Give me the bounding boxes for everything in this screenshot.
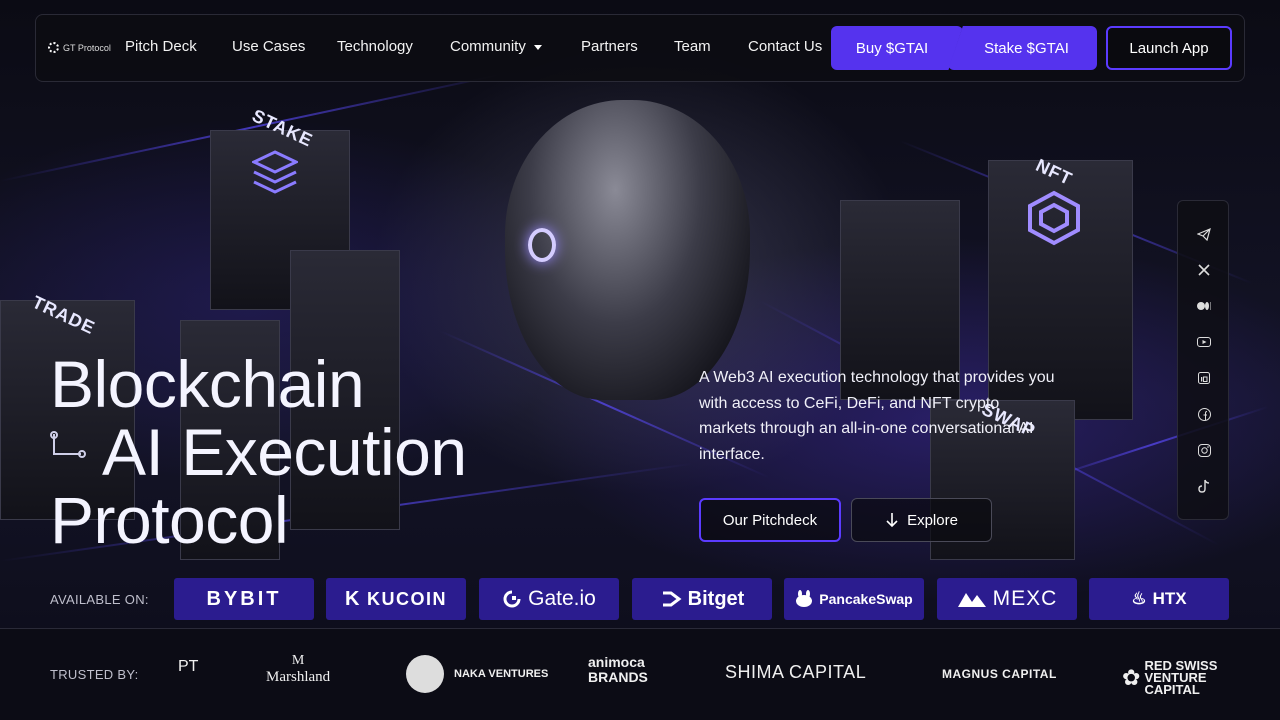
nav-contact-us[interactable]: Contact Us [748, 38, 822, 55]
launch-app-button[interactable]: Launch App [1106, 26, 1232, 70]
nav-team[interactable]: Team [674, 38, 711, 55]
exchange-bitget-label: Bitget [687, 587, 745, 610]
nav-partners[interactable]: Partners [581, 38, 638, 55]
partner-naka: NAKA VENTURES [406, 655, 549, 693]
flower-icon: ✿ [1122, 665, 1141, 690]
exchange-mexc-label: MEXC [992, 587, 1058, 610]
trusted-by-label: TRUSTED BY: [50, 667, 139, 682]
hero-title-line1: Blockchain [50, 347, 365, 421]
marshland-m-icon: M [291, 653, 305, 668]
glowing-logo-icon [528, 228, 556, 262]
partner-naka-label: NAKA VENTURES [454, 668, 549, 680]
htx-flame-icon: ♨ [1131, 589, 1147, 608]
exchange-kucoin-label: KUCOIN [366, 588, 447, 609]
exchange-mexc[interactable]: MEXC [937, 578, 1077, 620]
partner-red-swiss-label: RED SWISS VENTURE CAPITAL [1144, 658, 1218, 697]
logo-text: GT Protocol [63, 42, 111, 53]
kucoin-icon: K [345, 587, 361, 610]
corner-arrow-icon [50, 431, 86, 460]
exchange-kucoin[interactable]: K KUCOIN [326, 578, 466, 620]
hero-description: A Web3 AI execution technology that prov… [699, 369, 1055, 463]
partner-logo: PT [178, 658, 199, 675]
explore-button[interactable]: Explore [851, 498, 992, 542]
partner-shima: SHIMA CAPITAL [725, 662, 867, 682]
telegram-icon[interactable] [1197, 227, 1211, 241]
exchange-pancakeswap[interactable]: PancakeSwap [784, 578, 924, 620]
instagram-icon[interactable] [1197, 443, 1211, 457]
facebook-icon[interactable] [1197, 407, 1211, 421]
tiktok-icon[interactable] [1197, 479, 1211, 493]
youtube-icon[interactable] [1197, 335, 1211, 349]
our-pitchdeck-button[interactable]: Our Pitchdeck [699, 498, 841, 542]
buy-gtai-button[interactable]: Buy $GTAI [831, 26, 963, 70]
social-sidebar [1177, 200, 1229, 520]
partner-magnus: MAGNUS CAPITAL [942, 667, 1057, 681]
hero-title: Blockchain AI Execution Protocol [50, 350, 467, 554]
partner-red-swiss: ✿ RED SWISS VENTURE CAPITAL [1122, 658, 1242, 697]
chevron-down-icon [533, 44, 542, 50]
mexc-icon [957, 593, 986, 607]
nav-technology[interactable]: Technology [337, 38, 413, 55]
gateio-icon [503, 590, 521, 608]
nav-community-label: Community [450, 38, 526, 55]
bitget-icon [662, 591, 682, 607]
stake-gtai-button[interactable]: Stake $GTAI [948, 26, 1097, 70]
exchange-htx[interactable]: ♨ HTX [1089, 578, 1229, 620]
exchange-bitget[interactable]: Bitget [632, 578, 772, 620]
gt-logo-icon [48, 42, 59, 53]
hero-title-line2-wrap: AI Execution [50, 418, 467, 486]
hero-title-line2: AI Execution [102, 415, 467, 489]
x-icon[interactable] [1197, 263, 1211, 277]
medium-icon[interactable] [1197, 299, 1211, 313]
explore-label: Explore [907, 511, 958, 529]
nav-use-cases[interactable]: Use Cases [232, 38, 305, 55]
linkedin-icon[interactable] [1197, 371, 1211, 385]
nft-icon [1028, 190, 1080, 246]
exchange-gateio-label: Gate.io [528, 587, 596, 610]
arrow-down-icon [886, 513, 898, 528]
pancakeswap-icon [796, 590, 813, 607]
stack-icon [252, 150, 298, 194]
nav-community[interactable]: Community [450, 38, 542, 55]
exchange-bybit-label: BYBIT [206, 587, 282, 610]
logo[interactable]: GT Protocol [48, 42, 111, 53]
hero-title-line3: Protocol [50, 483, 289, 557]
exchange-pancakeswap-label: PancakeSwap [819, 591, 913, 607]
exchange-bybit[interactable]: BYBIT [174, 578, 314, 620]
partner-marshland-label: Marshland [266, 669, 331, 685]
naka-mascot-icon [406, 655, 444, 693]
available-on-label: AVAILABLE ON: [50, 592, 149, 607]
nav-pitch-deck[interactable]: Pitch Deck [125, 38, 197, 55]
exchange-gateio[interactable]: Gate.io [479, 578, 619, 620]
partner-marshland: M Marshland [266, 653, 330, 686]
exchange-htx-label: HTX [1152, 589, 1187, 608]
partner-animoca: animoca BRANDS [588, 654, 648, 685]
